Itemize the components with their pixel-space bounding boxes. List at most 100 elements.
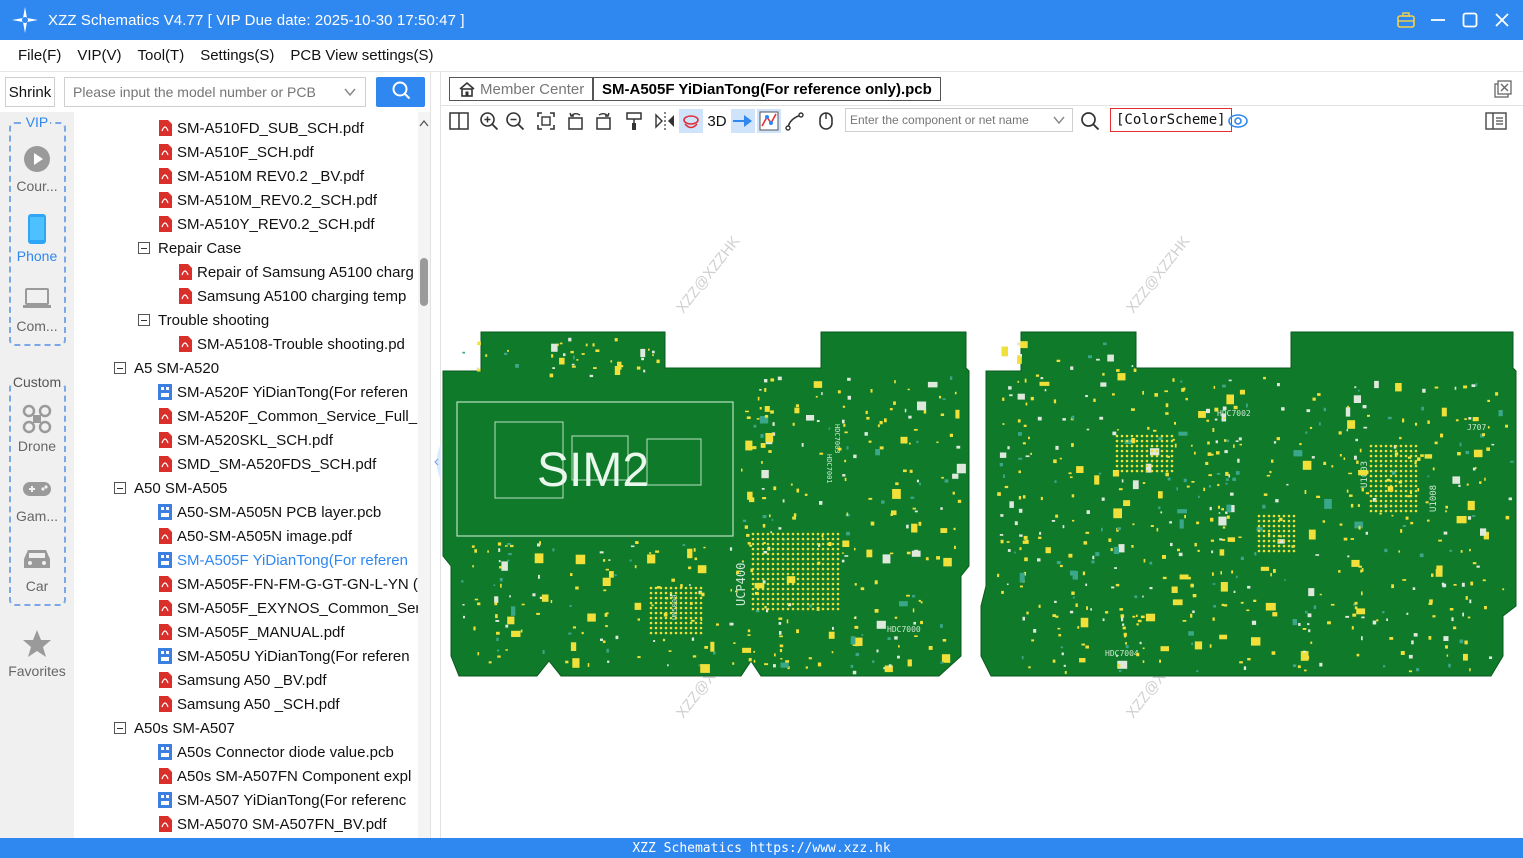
collapse-toggle-icon[interactable] xyxy=(138,242,150,254)
tab-pcb-file[interactable]: SM-A505F YiDianTong(For reference only).… xyxy=(593,77,941,101)
rail-item-courses[interactable]: Cour... xyxy=(0,144,74,194)
rail-item-games[interactable]: Gam... xyxy=(0,474,74,524)
close-button[interactable] xyxy=(1493,11,1511,29)
zoom-out-icon[interactable] xyxy=(503,109,527,133)
minimize-button[interactable] xyxy=(1429,11,1447,29)
tree-file[interactable]: SM-A505F_EXYNOS_Common_Serv xyxy=(158,596,418,620)
tree-file[interactable]: SM-A5070 SM-A507FN_BV.pdf xyxy=(158,812,418,836)
bga-ball xyxy=(1369,509,1373,513)
tree-file[interactable]: SM-A520SKL_SCH.pdf xyxy=(158,428,418,452)
menu-tool[interactable]: Tool(T) xyxy=(130,47,193,64)
highlight-net-icon[interactable] xyxy=(731,109,755,133)
bga-ball xyxy=(831,552,835,556)
menu-pcb-view-settings[interactable]: PCB View settings(S) xyxy=(282,47,441,64)
side-panel-icon[interactable] xyxy=(1484,109,1508,133)
chevron-down-icon[interactable] xyxy=(1052,113,1066,132)
menu-vip[interactable]: VIP(V) xyxy=(69,47,129,64)
tree-folder[interactable]: A5 SM-A520 xyxy=(114,356,418,380)
color-scheme-button[interactable]: [ColorScheme] xyxy=(1110,108,1232,132)
pad xyxy=(1190,583,1194,588)
tree-file[interactable]: A50s Connector diode value.pcb xyxy=(158,740,418,764)
pad xyxy=(762,524,766,528)
briefcase-icon[interactable] xyxy=(1397,11,1415,29)
shrink-button[interactable]: Shrink xyxy=(5,77,55,107)
chevron-up-icon[interactable] xyxy=(419,114,429,132)
bga-ball xyxy=(786,597,790,601)
component-search-icon[interactable] xyxy=(1078,109,1102,133)
tree-file[interactable]: A50s SM-A507FN Component expl xyxy=(158,764,418,788)
paint-brush-icon[interactable] xyxy=(622,109,646,133)
bga-ball xyxy=(771,547,775,551)
tree-file[interactable]: SM-A505U YiDianTong(For referen xyxy=(158,644,418,668)
model-search-input[interactable] xyxy=(65,84,330,100)
pad xyxy=(496,631,500,635)
tree-file[interactable]: SM-A510M_REV0.2_SCH.pdf xyxy=(158,188,418,212)
tree-file[interactable]: SM-A505F YiDianTong(For referen xyxy=(158,548,418,572)
tree-file[interactable]: SM-A505F-FN-FM-G-GT-GN-L-YN ( xyxy=(158,572,418,596)
flip-board-icon[interactable] xyxy=(679,109,703,133)
pcb-board-drawing[interactable]: SIM2 HDC7003 HDC7001 UCP400 UM5000 HDC70… xyxy=(441,136,1523,838)
tree-file[interactable]: SM-A520F_Common_Service_Full_S xyxy=(158,404,418,428)
collapse-toggle-icon[interactable] xyxy=(114,482,126,494)
split-view-icon[interactable] xyxy=(447,109,471,133)
chevron-down-icon[interactable] xyxy=(343,85,357,104)
menu-file[interactable]: File(F) xyxy=(10,47,69,64)
tree-file[interactable]: Samsung A50 _BV.pdf xyxy=(158,668,418,692)
tree-file[interactable]: SM-A5108-Trouble shooting.pd xyxy=(178,332,418,356)
bga-ball xyxy=(836,562,840,566)
pad xyxy=(1090,608,1092,611)
mode-3d-button[interactable]: 3D xyxy=(704,109,730,133)
mouse-icon[interactable] xyxy=(814,109,838,133)
measure-icon[interactable] xyxy=(783,109,807,133)
pad xyxy=(1140,615,1145,619)
rail-item-drone[interactable]: Drone xyxy=(0,404,74,454)
scrollbar-thumb[interactable] xyxy=(420,258,428,306)
bga-ball xyxy=(791,537,795,541)
tree-file[interactable]: Repair of Samsung A5100 charg xyxy=(178,260,418,284)
zoom-in-icon[interactable] xyxy=(477,109,501,133)
menu-settings[interactable]: Settings(S) xyxy=(192,47,282,64)
tree-file[interactable]: SMD_SM-A520FDS_SCH.pdf xyxy=(158,452,418,476)
net-display-icon[interactable] xyxy=(757,109,781,133)
collapse-toggle-icon[interactable] xyxy=(114,362,126,374)
tree-folder[interactable]: Trouble shooting xyxy=(138,308,418,332)
bga-ball xyxy=(1272,514,1276,518)
search-button[interactable] xyxy=(376,77,425,107)
pad xyxy=(1441,407,1447,417)
tree-folder[interactable]: A50 SM-A505 xyxy=(114,476,418,500)
tree-scrollbar[interactable] xyxy=(418,112,430,838)
panel-divider[interactable] xyxy=(430,72,442,838)
tree-file[interactable]: A50-SM-A505N image.pdf xyxy=(158,524,418,548)
tree-folder[interactable]: A50s SM-A507 xyxy=(114,716,418,740)
tree-file[interactable]: SM-A510F_SCH.pdf xyxy=(158,140,418,164)
tree-file[interactable]: SM-A507 YiDianTong(For referenc xyxy=(158,788,418,812)
rotate-left-icon[interactable] xyxy=(564,109,588,133)
rail-item-phone[interactable]: Phone xyxy=(0,214,74,264)
tree-file[interactable]: Samsung A50 _SCH.pdf xyxy=(158,692,418,716)
bga-ball xyxy=(1369,449,1373,453)
tree-file[interactable]: Samsung A5100 charging temp xyxy=(178,284,418,308)
component-search-input[interactable] xyxy=(846,113,1046,127)
eye-icon[interactable] xyxy=(1226,109,1250,133)
mirror-icon[interactable] xyxy=(653,109,677,133)
tree-folder[interactable]: Repair Case xyxy=(138,236,418,260)
collapse-toggle-icon[interactable] xyxy=(138,314,150,326)
rail-item-car[interactable]: Car xyxy=(0,544,74,594)
tree-file[interactable]: A50-SM-A505N PCB layer.pcb xyxy=(158,500,418,524)
fit-view-icon[interactable] xyxy=(534,109,558,133)
bga-ball xyxy=(1292,539,1296,543)
tree-file[interactable]: SM-A505F_MANUAL.pdf xyxy=(158,620,418,644)
rail-item-favorites[interactable]: Favorites xyxy=(0,629,74,679)
tree-file[interactable]: SM-A510Y_REV0.2_SCH.pdf xyxy=(158,212,418,236)
tree-file[interactable]: SM-A510M REV0.2 _BV.pdf xyxy=(158,164,418,188)
maximize-button[interactable] xyxy=(1461,11,1479,29)
tree-file[interactable]: SM-A510FD_SUB_SCH.pdf xyxy=(158,116,418,140)
close-all-tabs-icon[interactable] xyxy=(1494,80,1512,103)
tree-file[interactable]: SM-A520F YiDianTong(For referen xyxy=(158,380,418,404)
collapse-toggle-icon[interactable] xyxy=(114,722,126,734)
bga-ball xyxy=(1145,454,1149,458)
pcb-canvas[interactable]: XZZ@XZZHK XZZ@XZZHK XZZ@XZZHK XZZ@XZZHK … xyxy=(441,136,1523,838)
rotate-right-icon[interactable] xyxy=(591,109,615,133)
rail-item-computer[interactable]: Com... xyxy=(0,284,74,334)
tab-member-center[interactable]: Member Center xyxy=(449,77,594,101)
